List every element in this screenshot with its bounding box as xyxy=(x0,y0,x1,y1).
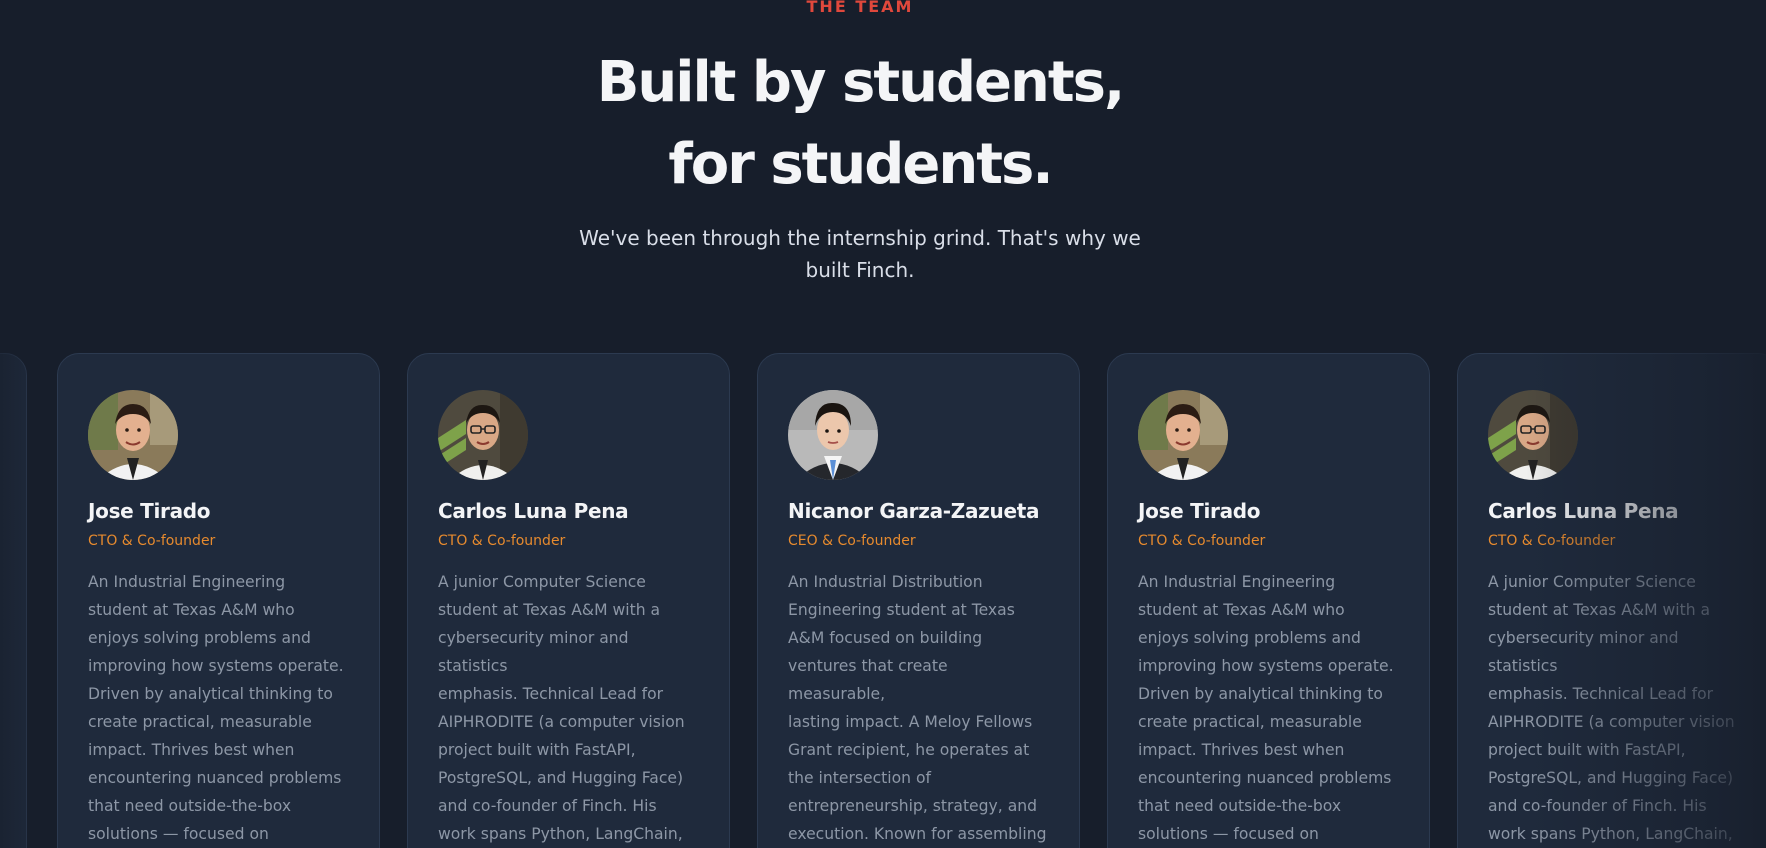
section-subtitle: We've been through the internship grind.… xyxy=(579,226,1141,282)
member-name: Jose Tirado xyxy=(88,499,211,523)
section-headline: Built by students, for students. xyxy=(0,42,1720,206)
member-bio: An Industrial Engineering student at Tex… xyxy=(88,573,344,843)
person-photo-icon xyxy=(88,390,178,480)
team-card-jose-tirado: Jose Tirado CTO & Co-founder An Industri… xyxy=(57,353,380,848)
member-bio: An Industrial Distribution Engineering s… xyxy=(788,573,1047,843)
person-photo-icon xyxy=(788,390,878,480)
member-bio: A junior Computer Science student at Tex… xyxy=(1488,573,1735,843)
member-role: CTO & Co-founder xyxy=(1138,533,1266,549)
section-eyebrow: THE TEAM xyxy=(806,0,914,16)
person-photo-icon xyxy=(1138,390,1228,480)
member-bio: A junior Computer Science student at Tex… xyxy=(438,573,685,843)
team-card-partial xyxy=(0,353,27,848)
team-card-jose-tirado-repeat: Jose Tirado CTO & Co-founder An Industri… xyxy=(1107,353,1430,848)
member-role: CTO & Co-founder xyxy=(438,533,566,549)
member-name: Carlos Luna Pena xyxy=(438,499,629,523)
headline-line-2: for students. xyxy=(668,132,1053,197)
member-role: CTO & Co-founder xyxy=(88,533,216,549)
team-section: THE TEAM Built by students, for students… xyxy=(0,0,1766,848)
person-photo-icon xyxy=(438,390,528,480)
member-name: Nicanor Garza-Zazueta xyxy=(788,499,1040,523)
team-card-carlos-luna-pena-repeat: Carlos Luna Pena CTO & Co-founder A juni… xyxy=(1457,353,1766,848)
team-card-carlos-luna-pena: Carlos Luna Pena CTO & Co-founder A juni… xyxy=(407,353,730,848)
member-role: CEO & Co-founder xyxy=(788,533,916,549)
headline-line-1: Built by students, xyxy=(596,50,1126,115)
member-name: Carlos Luna Pena xyxy=(1488,499,1679,523)
member-role: CTO & Co-founder xyxy=(1488,533,1616,549)
member-bio: An Industrial Engineering student at Tex… xyxy=(1138,573,1394,843)
member-name: Jose Tirado xyxy=(1138,499,1261,523)
team-card-nicanor-garza-zazueta: Nicanor Garza-Zazueta CEO & Co-founder A… xyxy=(757,353,1080,848)
person-photo-icon xyxy=(1488,390,1578,480)
